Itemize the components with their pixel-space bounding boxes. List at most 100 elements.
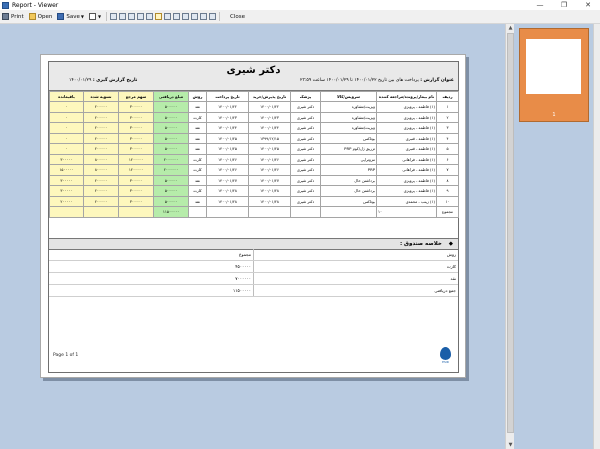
save-button[interactable]: Save ▼ xyxy=(55,11,86,22)
send-button[interactable]: ▼ xyxy=(87,11,103,22)
table-row: ۲ (۱) فاطمه - پرویزی ویزیت/مشاوره دکتر شیری… xyxy=(49,111,459,123)
table-cell: ۲ xyxy=(436,111,459,123)
fund-row: ۷۰۰۰۰۰۰ نقد xyxy=(49,272,458,285)
table-cell: دکتر شیری xyxy=(290,111,321,123)
report-date: تاریخ گزارش گیری : ۱۴۰۰/۰۱/۲۹ xyxy=(69,78,138,83)
fund-row: ۴۵۰۰۰۰۰ کارت xyxy=(49,260,458,273)
table-cell: ۱ xyxy=(436,101,459,113)
continuous-page-icon[interactable] xyxy=(155,13,163,20)
table-row: ۴ (۱) فاطمه - قنبری بوتاکس دکتر شیری ۱۳۹۹/۱۲… xyxy=(49,132,459,144)
table-cell: ۳۰۰۰۰۰ xyxy=(49,174,84,186)
table-cell: (۱) فاطمه - قنبری xyxy=(376,143,437,155)
table-cell: (۱) فاطمه - پرویزی xyxy=(376,111,437,123)
table-cell: ۵۰۰۰۰۰ xyxy=(153,111,189,123)
table-cell: ویزیت/مشاوره xyxy=(320,101,377,113)
fund-value: ۱۱۵۰۰۰۰۰ xyxy=(49,284,254,297)
table-cell: ۲۰۰۰۰۰ xyxy=(83,174,119,186)
bookmarks-toggle[interactable] xyxy=(110,13,118,20)
thumbnail-page-number: 1 xyxy=(552,112,556,118)
find-icon[interactable] xyxy=(164,13,172,20)
printer-icon xyxy=(2,13,9,20)
last-page-icon[interactable] xyxy=(200,13,208,20)
table-cell: ۳۰۰۰۰۰ xyxy=(118,185,154,197)
table-cell: ویزیت/مشاوره xyxy=(320,111,377,123)
table-cell: ۱۰ xyxy=(436,195,459,207)
report-header: دکتر شیری عنوان گزارش : پرداخت های بین ت… xyxy=(49,62,458,91)
restore-button[interactable]: ❐ xyxy=(552,1,576,9)
table-cell: ۹ xyxy=(436,185,459,197)
table-cell: ۱۴۰۰/۰۱/۲۵ xyxy=(206,132,249,144)
report-page: دکتر شیری عنوان گزارش : پرداخت های بین ت… xyxy=(40,54,466,378)
scrollbar-thumb[interactable] xyxy=(507,33,514,433)
parameters-toggle[interactable] xyxy=(119,13,127,20)
column-header: پزشک xyxy=(290,91,321,102)
scroll-down-icon[interactable]: ▼ xyxy=(507,442,514,448)
thumbnails-scrollbar[interactable] xyxy=(593,24,600,449)
table-cell: ۱۴۰۰/۰۱/۲۸ xyxy=(248,195,291,207)
fund-value: ۷۰۰۰۰۰۰ xyxy=(49,272,254,285)
single-page-icon[interactable] xyxy=(146,13,154,20)
column-header: نام بیمار/پرونده/مراجعه کننده xyxy=(376,91,437,102)
table-cell: ۱۴۰۰/۰۱/۲۳ xyxy=(206,111,249,123)
minimize-button[interactable]: — xyxy=(528,1,552,9)
column-header: ردیف xyxy=(436,91,459,102)
table-cell: ۳۰۰۰۰۰ xyxy=(118,132,154,144)
table-row: ۱ (۱) فاطمه - پرویزی ویزیت/مشاوره دکتر شیری… xyxy=(49,101,459,113)
table-header-row: ردیف نام بیمار/پرونده/مراجعه کننده سرویس… xyxy=(49,91,459,102)
table-cell: ۱۴۰۰/۰۱/۲۳ xyxy=(248,111,291,123)
table-row: ۸ (۱) فاطمه - پرویزی برداشتن خال دکتر شیری ۱… xyxy=(49,174,459,186)
floppy-icon xyxy=(57,13,65,20)
page-thumbnail[interactable]: 1 xyxy=(519,28,589,122)
close-report-button[interactable]: Close xyxy=(228,11,247,22)
table-cell: برداشتن خال xyxy=(320,185,377,197)
table-cell: ۲۰۰۰۰۰ xyxy=(83,143,119,155)
table-cell: ۳۰۰۰۰۰ xyxy=(118,101,154,113)
table-row: ۷ (۱) فاطمه - فراهانی PRP دکتر شیری ۱۴۰۰/۰۱/… xyxy=(49,164,459,176)
table-cell: (۱) فاطمه - فراهانی xyxy=(376,153,437,165)
table-cell: بوتاکس xyxy=(320,195,377,207)
table-cell: ۳۰۰۰۰۰ xyxy=(118,111,154,123)
table-cell: (۱) زینب - محمدی xyxy=(376,195,437,207)
title-bar: Report - Viewer — ❐ ✕ xyxy=(0,0,600,10)
toolbar-separator xyxy=(219,12,221,21)
edit-icon[interactable] xyxy=(128,13,136,20)
column-header: تاریخ پذیرش/خرید xyxy=(248,91,291,102)
open-button[interactable]: Open xyxy=(27,11,55,22)
table-cell: ۵ xyxy=(436,143,459,155)
table-cell: دکتر شیری xyxy=(290,164,321,176)
column-header: تاریخ پرداخت xyxy=(206,91,249,102)
table-cell: ۱۳۹۹/۱۲/۱۵ xyxy=(248,132,291,144)
previous-page-icon[interactable] xyxy=(182,13,190,20)
report-viewer-area: دکتر شیری عنوان گزارش : پرداخت های بین ت… xyxy=(0,24,505,449)
table-cell: نقد xyxy=(188,174,207,186)
fund-method-label: جمع دریافتی xyxy=(253,284,458,297)
table-cell: ۵۰۰۰۰۰ xyxy=(153,101,189,113)
table-cell: ۲۰۰۰۰۰ xyxy=(83,122,119,134)
table-cell: ۸۰۰۰۰۰ xyxy=(83,153,119,165)
table-cell: دکتر شیری xyxy=(290,153,321,165)
scroll-up-icon[interactable]: ▲ xyxy=(507,25,514,31)
table-cell: ۱۴۰۰/۰۱/۲۶ xyxy=(248,153,291,165)
fullscreen-icon[interactable] xyxy=(137,13,145,20)
table-cell: دکتر شیری xyxy=(290,185,321,197)
first-page-icon[interactable] xyxy=(173,13,181,20)
print-button[interactable]: Print xyxy=(0,11,26,22)
table-cell: ۱۴۰۰/۰۱/۲۸ xyxy=(248,185,291,197)
table-cell: ۳۰۰۰۰۰ xyxy=(49,185,84,197)
fund-summary-title: ◆ خلاصه صندوق : xyxy=(399,241,453,247)
table-cell: ۱۴۰۰/۰۱/۲۵ xyxy=(206,143,249,155)
table-cell: ۱۴۰۰/۰۱/۲۶ xyxy=(206,164,249,176)
close-window-button[interactable]: ✕ xyxy=(576,1,600,9)
dropdown-arrow-icon: ▼ xyxy=(80,14,84,19)
zoom-icon[interactable] xyxy=(209,13,217,20)
table-cell: ۷ xyxy=(436,164,459,176)
table-total-row: مجموع ۱۰ ۱۱۵۰۰۰۰۰ xyxy=(49,206,459,218)
dropdown-arrow-icon: ▼ xyxy=(97,14,102,19)
next-page-icon[interactable] xyxy=(191,13,199,20)
toolbar-separator xyxy=(106,12,108,21)
column-header: روش xyxy=(188,91,207,102)
table-cell: ۶ xyxy=(436,153,459,165)
table-cell: ۱۴۰۰/۰۱/۲۴ xyxy=(206,122,249,134)
table-cell: ۵۰۰۰۰۰ xyxy=(153,132,189,144)
table-row: ۱۰ (۱) زینب - محمدی بوتاکس دکتر شیری ۱۴۰۰/۰۱… xyxy=(49,195,459,207)
